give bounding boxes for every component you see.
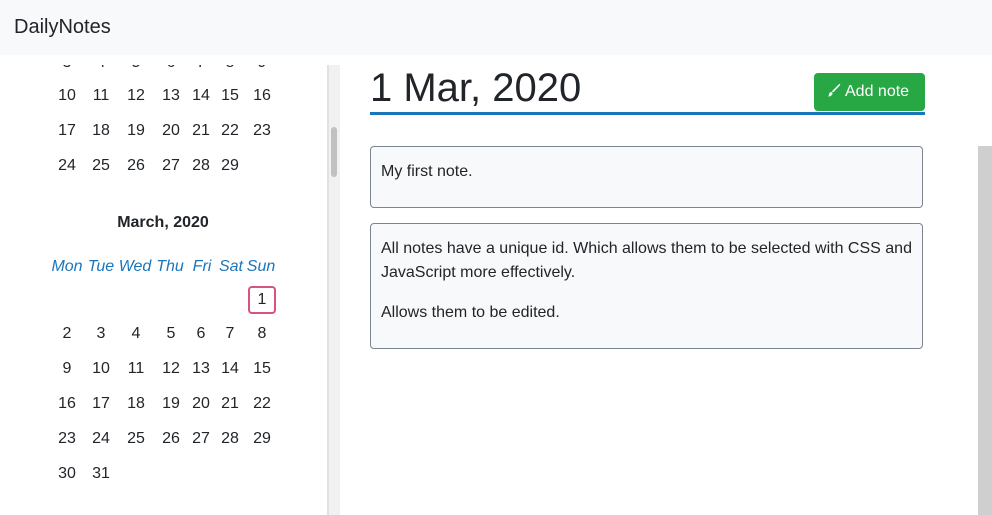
- calendar-day[interactable]: 26: [122, 154, 150, 178]
- paintbrush-icon: [827, 73, 845, 111]
- calendar-day[interactable]: 25: [122, 427, 150, 451]
- calendar-day[interactable]: 15: [216, 84, 244, 108]
- calendar-week-row: 17 18 19 20 21 22 23: [0, 119, 329, 143]
- calendar-day[interactable]: 24: [53, 154, 81, 178]
- calendar-day[interactable]: 24: [87, 427, 115, 451]
- calendar-day[interactable]: 29: [248, 427, 276, 451]
- calendar-day[interactable]: 3: [53, 65, 81, 75]
- calendar-week-row: 30 31: [0, 462, 329, 486]
- add-note-button[interactable]: Add note: [814, 73, 925, 111]
- weekday-header: Mon: [51, 258, 83, 275]
- calendar-day[interactable]: 11: [87, 84, 115, 108]
- calendar-day[interactable]: 10: [53, 84, 81, 108]
- main-scrollbar[interactable]: [978, 146, 992, 515]
- calendar-day[interactable]: 6: [187, 322, 215, 346]
- calendar-week-row: 10 11 12 13 14 15 16: [0, 84, 329, 108]
- calendar-day[interactable]: 12: [122, 84, 150, 108]
- calendar-day[interactable]: 11: [122, 357, 150, 381]
- calendar-day[interactable]: 26: [157, 427, 185, 451]
- note-text: All notes have a unique id. Which allows…: [381, 240, 912, 281]
- calendar-day[interactable]: 2: [53, 322, 81, 346]
- calendar-day[interactable]: 27: [157, 154, 185, 178]
- calendar-day[interactable]: 13: [187, 357, 215, 381]
- navbar: DailyNotes: [0, 0, 992, 55]
- month-title: March, 2020: [117, 214, 209, 231]
- calendar-day[interactable]: 17: [87, 392, 115, 416]
- calendar-day[interactable]: 14: [187, 84, 215, 108]
- sidebar-scroll-thumb[interactable]: [331, 127, 337, 177]
- note-card[interactable]: All notes have a unique id. Which allows…: [370, 223, 923, 349]
- calendar-day[interactable]: 5: [157, 322, 185, 346]
- calendar-week-row: 2345678: [0, 322, 329, 346]
- calendar-day[interactable]: 29: [216, 154, 244, 178]
- calendar-day[interactable]: 17: [53, 119, 81, 143]
- weekday-header: Sat: [218, 258, 243, 275]
- calendar-day[interactable]: 16: [53, 392, 81, 416]
- calendar-day[interactable]: 25: [87, 154, 115, 178]
- calendar-day[interactable]: 8: [248, 322, 276, 346]
- calendar-day[interactable]: 3: [87, 322, 115, 346]
- calendar-week-row: 9 10 11 12 13 14 15: [0, 357, 329, 381]
- calendar-day[interactable]: 20: [157, 119, 185, 143]
- weekday-header: Wed: [118, 258, 152, 275]
- calendar-day[interactable]: 31: [87, 462, 115, 486]
- weekday-header: Tue: [87, 258, 115, 275]
- app-brand[interactable]: DailyNotes: [14, 16, 111, 39]
- calendar-week-row: 23 24 25 26 27 28 29: [0, 427, 329, 451]
- weekday-header: Thu: [156, 258, 184, 275]
- calendar-day[interactable]: 18: [87, 119, 115, 143]
- note-text: My first note.: [381, 163, 473, 180]
- calendar-day[interactable]: 9: [248, 65, 276, 75]
- note-text: Allows them to be edited.: [381, 304, 560, 321]
- calendar-day[interactable]: 7: [187, 65, 215, 75]
- calendar-day[interactable]: 5: [122, 65, 150, 75]
- calendar-day[interactable]: 4: [122, 322, 150, 346]
- calendar-day[interactable]: 6: [157, 65, 185, 75]
- calendar-day[interactable]: 22: [216, 119, 244, 143]
- calendar-day-selected[interactable]: 1: [248, 286, 276, 314]
- calendar-day[interactable]: 7: [216, 322, 244, 346]
- add-note-label: Add note: [845, 83, 910, 100]
- calendar-day[interactable]: 13: [157, 84, 185, 108]
- calendar-week-row: 3456789: [0, 65, 329, 75]
- calendar-day[interactable]: 23: [248, 119, 276, 143]
- calendar-day[interactable]: 27: [187, 427, 215, 451]
- calendar-day[interactable]: 23: [53, 427, 81, 451]
- calendar-day[interactable]: 15: [248, 357, 276, 381]
- note-card[interactable]: My first note.: [370, 146, 923, 208]
- calendar-day[interactable]: 21: [216, 392, 244, 416]
- weekday-header: Sun: [246, 258, 276, 275]
- calendar-day[interactable]: 4: [87, 65, 115, 75]
- calendar-day[interactable]: 28: [216, 427, 244, 451]
- calendar-day[interactable]: 12: [157, 357, 185, 381]
- calendar-day[interactable]: 14: [216, 357, 244, 381]
- calendar-day[interactable]: 9: [53, 357, 81, 381]
- page-title: 1 Mar, 2020: [370, 66, 582, 110]
- calendar-day[interactable]: 10: [87, 357, 115, 381]
- calendar-sidebar: 3 4 5 6 7 8 9 10 11 12 13 14 15 16 17 18 19 20 21 22 23 24 25 2…: [0, 55, 329, 515]
- calendar-day[interactable]: 28: [187, 154, 215, 178]
- calendar-day[interactable]: 19: [157, 392, 185, 416]
- title-divider: [370, 112, 925, 115]
- calendar-day[interactable]: 22: [248, 392, 276, 416]
- calendar-day[interactable]: 8: [216, 65, 244, 75]
- calendar-day[interactable]: 16: [248, 84, 276, 108]
- calendar-day[interactable]: 30: [53, 462, 81, 486]
- calendar-day[interactable]: 20: [187, 392, 215, 416]
- calendar-day[interactable]: 21: [187, 119, 215, 143]
- calendar-week-row: 16 17 18 19 20 21 22: [0, 392, 329, 416]
- calendar-day[interactable]: 18: [122, 392, 150, 416]
- calendar-week-row: 24 25 26 27 28 29: [0, 154, 329, 178]
- calendar-day[interactable]: 19: [122, 119, 150, 143]
